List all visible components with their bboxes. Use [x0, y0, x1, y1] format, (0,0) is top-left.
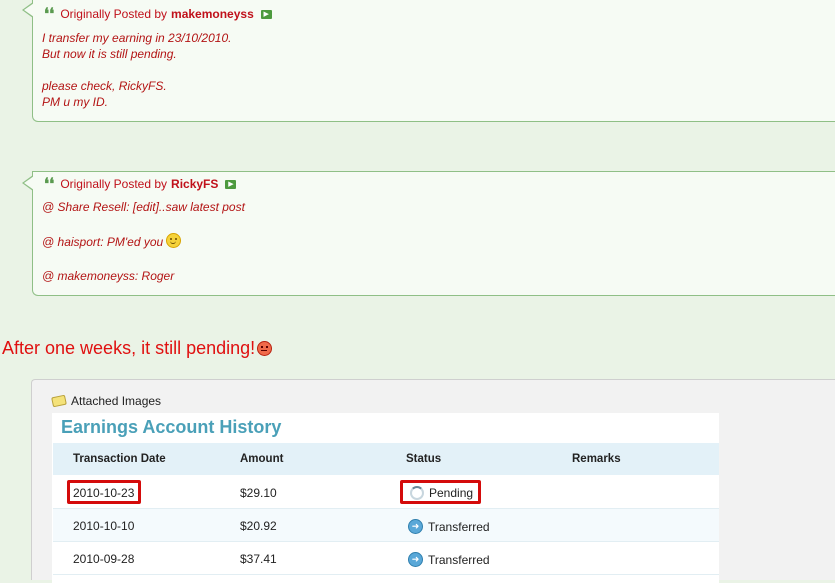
quote-prefix: Originally Posted by: [60, 177, 168, 191]
quote-line: @ makemoneyss: Roger: [42, 269, 175, 283]
quote-header: ❛❛ Originally Posted by RickyFS ▶: [44, 174, 237, 193]
quote-author[interactable]: makemoneyss: [171, 7, 254, 21]
quote-line-text: @ haisport: PM'ed you: [42, 235, 164, 249]
cell-date: 2010-10-10: [73, 519, 135, 533]
quote-header: ❛❛ Originally Posted by makemoneyss ▶: [44, 4, 272, 23]
attached-images-panel: Attached Images Earnings Account History…: [31, 379, 835, 583]
quote-line: PM u my ID.: [42, 95, 109, 109]
cell-date: 2010-09-28: [73, 552, 135, 566]
view-post-icon[interactable]: ▶: [260, 9, 272, 19]
quote-line: I transfer my earning in 23/10/2010.: [42, 31, 232, 45]
attached-image[interactable]: Earnings Account History Transaction Dat…: [52, 413, 719, 583]
quote-icon: ❛❛: [44, 174, 55, 193]
attachment-icon: [51, 394, 67, 408]
cell-status: Pending: [400, 480, 481, 504]
col-status: Status: [406, 453, 442, 465]
quote-pointer: [22, 175, 34, 191]
status-text: Transferred: [428, 552, 490, 567]
quote-line: But now it is still pending.: [42, 47, 177, 61]
attached-images-title: Attached Images: [71, 394, 162, 408]
arrow-circle-icon: ➜: [408, 552, 423, 567]
quote-block-makemoneyss: ❛❛ Originally Posted by makemoneyss ▶ I …: [22, 0, 835, 122]
cell-date: 2010-10-23: [67, 480, 141, 504]
table-row: 2010-10-10 $20.92 ➜ Transferred: [53, 509, 719, 542]
earnings-history-title: Earnings Account History: [61, 417, 282, 437]
quote-pointer: [22, 2, 34, 18]
angry-face-icon: [257, 341, 273, 356]
quote-body: I transfer my earning in 23/10/2010. But…: [42, 30, 231, 110]
status-text: Transferred: [428, 519, 490, 534]
quote-line-blank: [42, 216, 245, 233]
quote-line: please check, RickyFS.: [42, 79, 167, 93]
quote-line: @ haisport: PM'ed you: [42, 233, 245, 251]
table-row: 2010-09-28 $37.41 ➜ Transferred: [53, 542, 719, 575]
post-text: After one weeks, it still pending!: [2, 338, 256, 358]
quote-prefix: Originally Posted by: [60, 7, 168, 21]
quote-icon: ❛❛: [44, 4, 55, 23]
attached-images-header: Attached Images: [51, 394, 162, 408]
arrow-circle-icon: ➜: [408, 519, 423, 534]
quote-line: @ Share Resell: [edit]..saw latest post: [42, 200, 245, 214]
cell-status: ➜ Transferred: [408, 552, 490, 567]
smiley-icon: [166, 233, 182, 248]
view-post-icon[interactable]: ▶: [225, 179, 237, 189]
table-row: 2010-10-23 $29.10 Pending: [53, 476, 719, 509]
cell-amount: $37.41: [240, 552, 277, 566]
quote-body: @ Share Resell: [edit]..saw latest post …: [42, 199, 245, 285]
quote-line-blank: [42, 251, 245, 268]
cell-amount: $29.10: [240, 486, 277, 500]
red-highlight-box: [67, 480, 141, 504]
table-header: Transaction Date Amount Status Remarks: [53, 443, 719, 475]
post-message: After one weeks, it still pending!: [2, 338, 273, 359]
col-amount: Amount: [240, 453, 284, 465]
cell-status: ➜ Transferred: [408, 519, 490, 534]
cell-amount: $20.92: [240, 519, 277, 533]
quote-author[interactable]: RickyFS: [171, 177, 218, 191]
red-highlight-box: [400, 480, 481, 504]
col-transaction-date: Transaction Date: [73, 453, 166, 465]
col-remarks: Remarks: [572, 453, 621, 465]
quote-line-blank: [42, 62, 231, 78]
quote-block-rickyfs: ❛❛ Originally Posted by RickyFS ▶ @ Shar…: [22, 171, 835, 296]
